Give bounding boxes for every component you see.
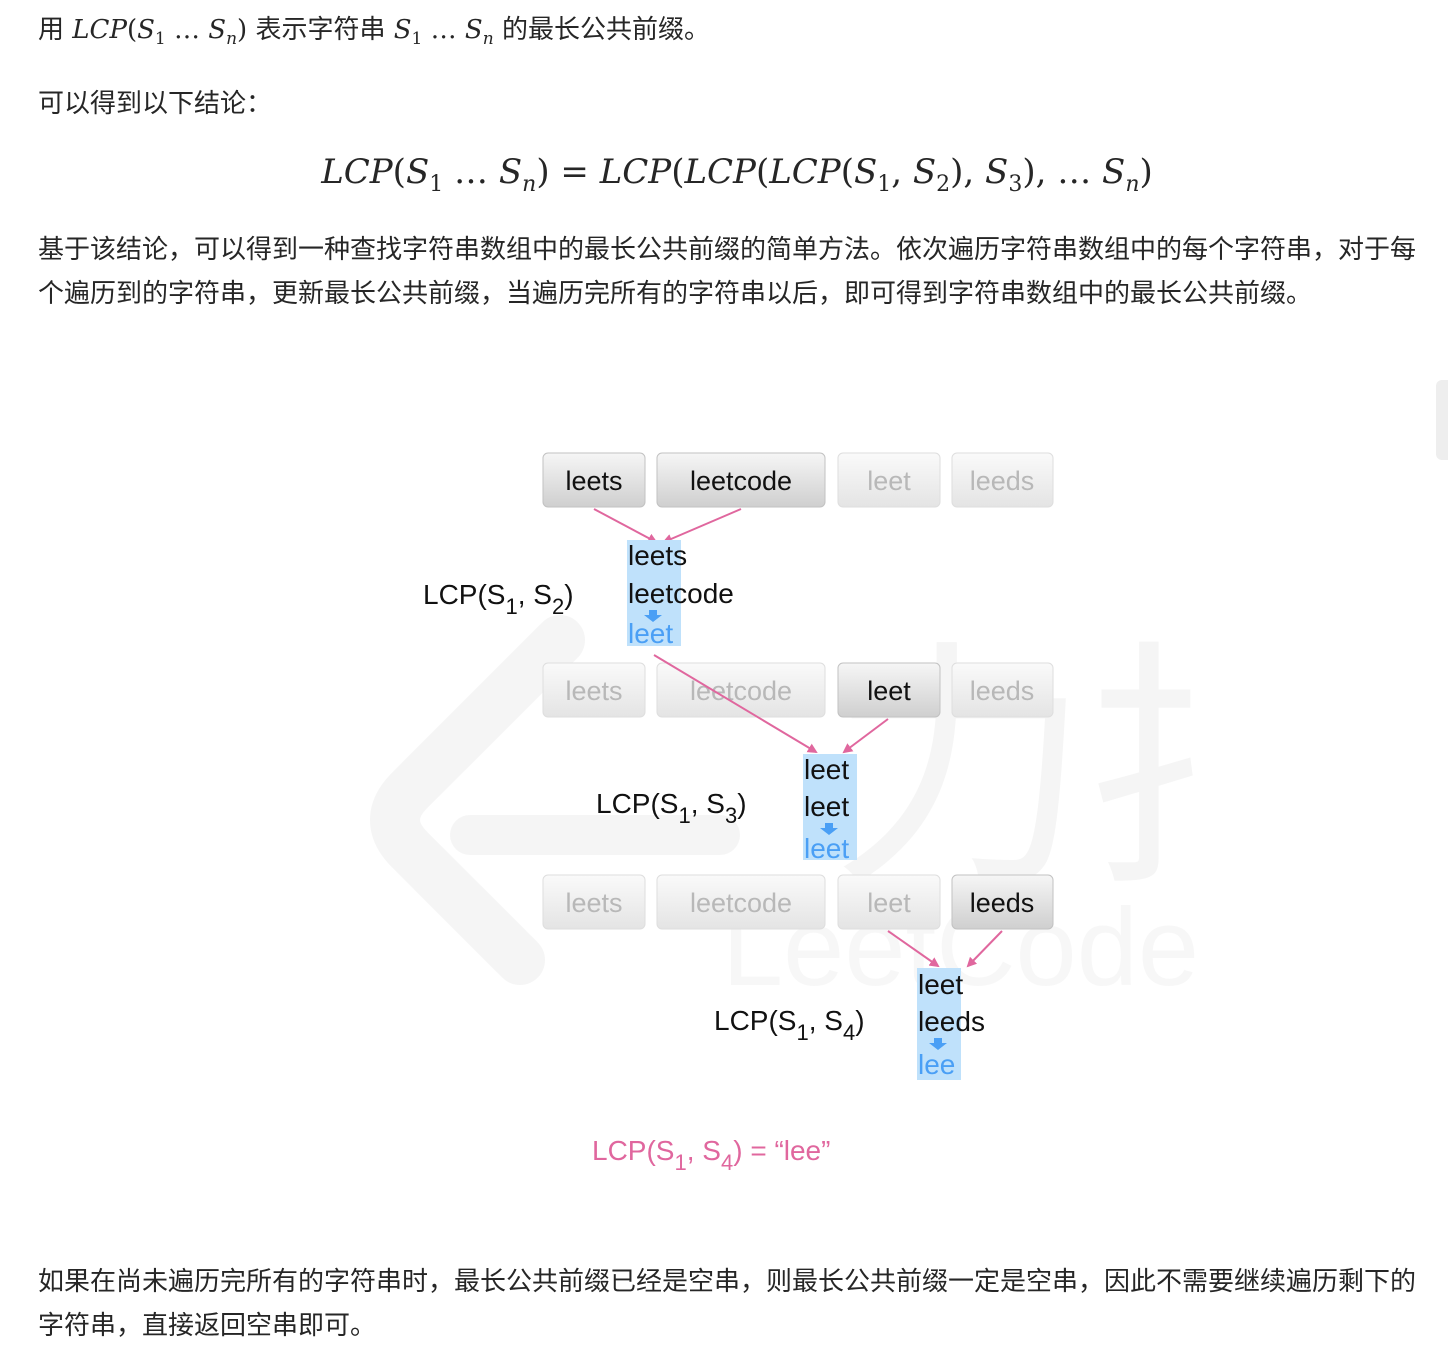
compare-line: leeds — [918, 1006, 985, 1037]
string-box-label: leetcode — [690, 888, 792, 918]
string-box-label: leets — [565, 676, 622, 706]
string-box: leets — [542, 662, 646, 718]
final-index: 4 — [721, 1150, 733, 1175]
string-box-label: leeds — [970, 676, 1035, 706]
string-box-label: leeds — [970, 466, 1035, 496]
compare-line: leet — [804, 791, 849, 822]
string-box: leet — [837, 662, 941, 718]
result-line: leet — [628, 618, 673, 649]
lcp-label-text: LCP(S — [423, 579, 505, 610]
intro-middle: 表示字符串 — [255, 15, 386, 45]
final-label: LCP(S — [592, 1135, 674, 1166]
conclusion-lead: 可以得到以下结论： — [38, 89, 273, 119]
scrollbar-thumb[interactable] — [1436, 380, 1448, 460]
intro-prefix: 用 — [38, 15, 65, 45]
string-box: leets — [542, 874, 646, 930]
method-paragraph: 基于该结论，可以得到一种查找字符串数组中的最长公共前缀的简单方法。依次遍历字符串… — [38, 235, 1417, 309]
compare-line: leets — [628, 540, 687, 571]
math-lcp-range: LCP(S1 … Sn) — [72, 15, 248, 49]
intro-suffix: 的最长公共前缀。 — [501, 15, 710, 45]
lcp-label-text: LCP(S — [596, 788, 678, 819]
result-line: lee — [918, 1049, 955, 1080]
step-1: leets leetcode leet LCP(S1, S2) — [423, 508, 742, 649]
math-string-range: S1 … Sn — [393, 15, 494, 49]
string-box-label: leeds — [970, 888, 1035, 918]
string-box: leeds — [951, 874, 1054, 930]
string-box: leet — [837, 452, 941, 508]
lcp-label-text: LCP(S — [714, 1005, 796, 1036]
string-box-label: leets — [565, 888, 622, 918]
lcp-label: LCP(S1, S4) — [714, 1005, 865, 1045]
final-index: 1 — [674, 1150, 686, 1175]
string-box: leeds — [951, 452, 1054, 508]
lcp-index: 1 — [796, 1020, 808, 1045]
compare-line: leet — [918, 969, 963, 1000]
string-box: leetcode — [656, 452, 826, 508]
intro-paragraph: 用 LCP(S1 … Sn) 表示字符串 S1 … Sn 的最长公共前缀。 — [38, 8, 1418, 61]
final-result: LCP(S1, S4) = “lee” — [592, 1135, 830, 1175]
row-2: leets leetcode leet leeds — [542, 662, 1054, 718]
string-box-label: leets — [565, 466, 622, 496]
row-1: leets leetcode leet leeds — [542, 452, 1054, 508]
compare-line: leetcode — [628, 578, 734, 609]
lcp-index: 1 — [505, 594, 517, 619]
compare-line: leet — [804, 754, 849, 785]
lcp-diagram: 力扣 LeetCode leets leetcode leet leeds le… — [370, 452, 1200, 1175]
string-box-label: leet — [867, 676, 911, 706]
lcp-formula: LCP(S1 … Sn) = LCP(LCP(LCP(S1, S2), S3),… — [321, 152, 1153, 197]
lcp-label: LCP(S1, S2) — [423, 579, 574, 619]
lcp-index: 4 — [843, 1020, 855, 1045]
string-box: leets — [542, 452, 646, 508]
string-box-label: leetcode — [690, 466, 792, 496]
string-box: leetcode — [656, 874, 826, 930]
string-box-label: leetcode — [690, 676, 792, 706]
lcp-index: 1 — [678, 803, 690, 828]
result-line: leet — [804, 833, 849, 864]
string-box-label: leet — [867, 466, 911, 496]
lcp-index: 2 — [552, 594, 564, 619]
string-box-label: leet — [867, 888, 911, 918]
string-box: leeds — [951, 662, 1054, 718]
string-box: leet — [837, 874, 941, 930]
final-equals: = “lee” — [750, 1135, 830, 1166]
row-3: leets leetcode leet leeds — [542, 874, 1054, 930]
closing-paragraph: 如果在尚未遍历完所有的字符串时，最长公共前缀已经是空串，则最长公共前缀一定是空串… — [38, 1267, 1417, 1341]
lcp-index: 3 — [725, 803, 737, 828]
